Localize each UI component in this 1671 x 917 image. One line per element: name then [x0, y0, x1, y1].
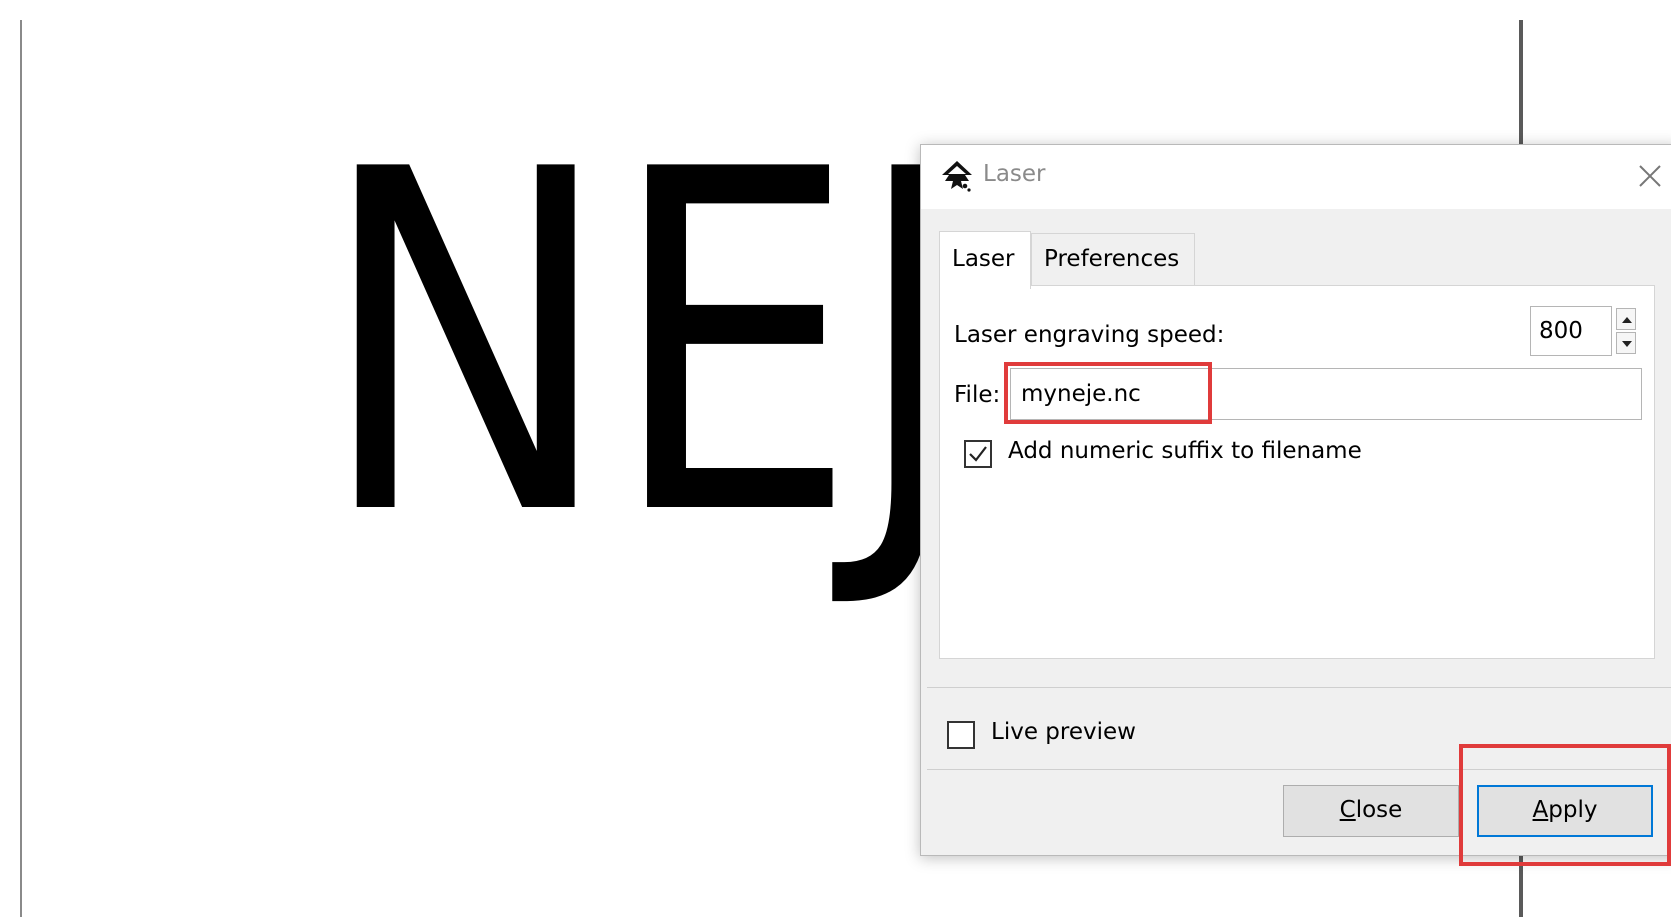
apply-mnemonic: A	[1532, 797, 1549, 823]
live-preview-label: Live preview	[991, 719, 1136, 745]
inkscape-icon	[939, 159, 975, 195]
suffix-label: Add numeric suffix to filename	[1008, 438, 1362, 464]
live-preview-checkbox[interactable]	[947, 721, 975, 749]
page-border-left	[20, 20, 22, 917]
file-input[interactable]	[1010, 368, 1642, 420]
file-label: File:	[954, 382, 1001, 408]
suffix-checkbox[interactable]	[964, 440, 992, 468]
apply-label-rest: pply	[1548, 797, 1598, 823]
spin-up-button[interactable]	[1616, 308, 1636, 330]
spin-down-button[interactable]	[1616, 332, 1636, 354]
speed-spinner	[1616, 308, 1636, 354]
divider	[927, 769, 1671, 770]
close-icon[interactable]	[1633, 159, 1667, 193]
close-mnemonic: C	[1339, 797, 1356, 823]
apply-button[interactable]: Apply	[1477, 785, 1653, 837]
dialog-title: Laser	[983, 161, 1046, 187]
checkmark-icon	[969, 446, 987, 462]
close-label-rest: lose	[1355, 797, 1403, 823]
dialog-titlebar[interactable]: Laser	[921, 145, 1671, 209]
speed-input[interactable]	[1530, 306, 1612, 356]
tab-panel-laser: Laser engraving speed: File:	[939, 285, 1655, 659]
tab-preferences[interactable]: Preferences	[1031, 233, 1195, 285]
chevron-down-icon	[1622, 341, 1632, 347]
chevron-up-icon	[1622, 317, 1632, 323]
laser-dialog: Laser Laser Preferences Laser engraving …	[920, 144, 1671, 856]
tab-laser[interactable]: Laser	[939, 231, 1031, 289]
divider	[927, 687, 1671, 688]
speed-label: Laser engraving speed:	[954, 322, 1225, 348]
close-button[interactable]: Close	[1283, 785, 1459, 837]
